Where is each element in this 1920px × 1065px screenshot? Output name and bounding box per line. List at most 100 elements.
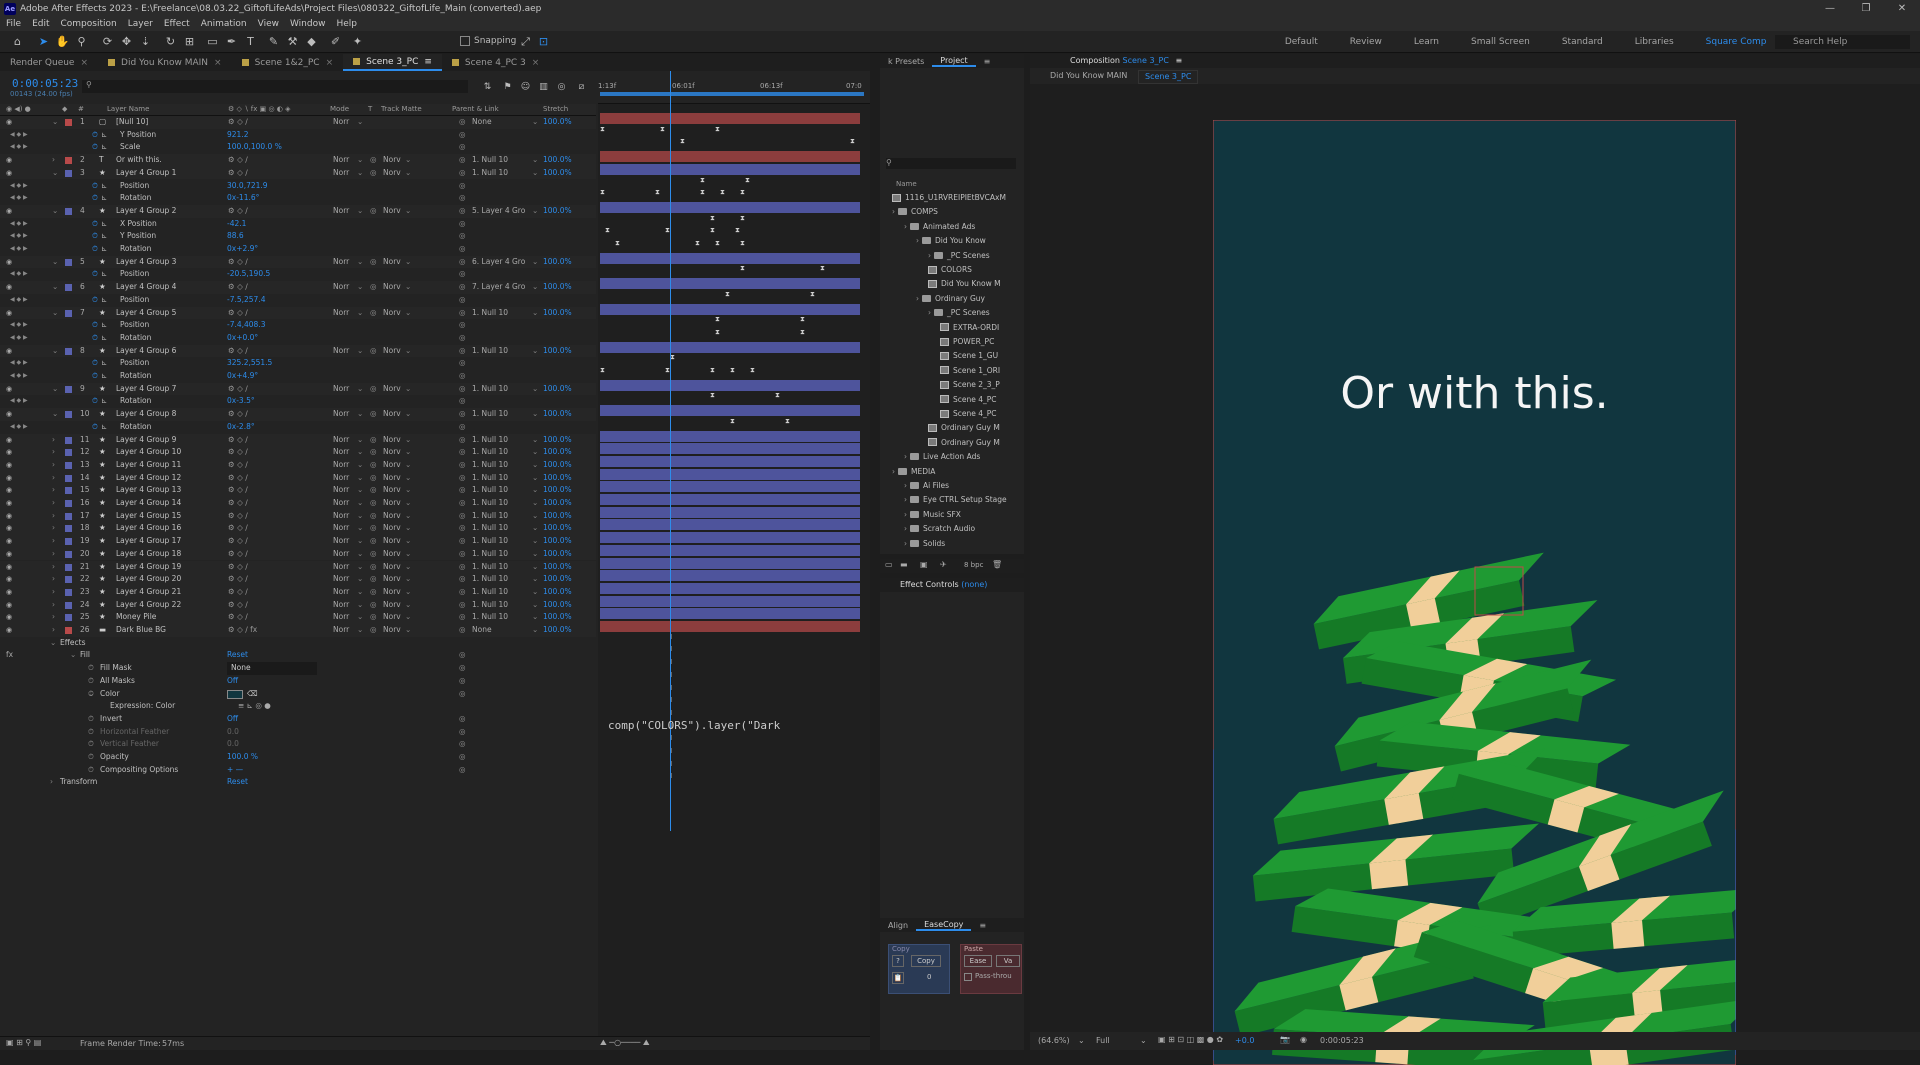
pass-through-checkbox[interactable] (964, 973, 972, 981)
track-matte-dropdown[interactable]: Norv (383, 548, 401, 561)
composition-tab[interactable]: Composition Scene 3_PC ≡ (1030, 54, 1920, 68)
stretch-value[interactable]: 100.0% (543, 611, 572, 624)
chevron-down-icon[interactable]: ⌄ (532, 446, 538, 459)
tab-scene-4-pc-3[interactable]: Scene 4_PC 3 × (442, 54, 549, 71)
label-color-swatch[interactable] (65, 474, 72, 482)
keyframe-icon[interactable]: ⧗ (605, 226, 610, 235)
project-comp[interactable]: POWER_PC (940, 337, 994, 346)
chevron-down-icon[interactable]: ⌄ (357, 459, 363, 472)
expand-chevron-icon[interactable]: › (892, 467, 895, 476)
keyframe-icon[interactable]: ⧗ (730, 417, 735, 426)
chevron-down-icon[interactable]: ⌄ (357, 446, 363, 459)
layer-row[interactable]: ◉ ⌄ 8 ★ Layer 4 Group 6 ⚙ ◇ ∕ Norr ⌄ ◎ Norv ⌄ ◎ 1. N… (0, 344, 596, 358)
stopwatch-icon[interactable]: ⏱ (92, 319, 98, 332)
blend-mode-dropdown[interactable]: Norr (333, 345, 349, 358)
stretch-value[interactable]: 100.0% (543, 116, 572, 129)
track-matte-pickwhip-icon[interactable]: ◎ (370, 167, 377, 180)
label-color-swatch[interactable] (65, 461, 72, 469)
label-color-swatch[interactable] (65, 207, 72, 215)
chevron-down-icon[interactable]: ⌄ (357, 307, 363, 320)
stopwatch-icon[interactable]: ⏱ (92, 395, 98, 408)
new-folder-icon[interactable]: ▬ (900, 560, 908, 569)
expression-pickwhip-icon[interactable]: ◎ (459, 268, 466, 281)
graph-icon[interactable]: ⊾ (101, 395, 107, 408)
layer-row[interactable]: ◉ › 25 ★ Money Pile ⚙ ◇ ∕ Norr ⌄ ◎ Norv ⌄ ◎ 1. Null … (0, 611, 596, 624)
switches-icons[interactable]: ⚙ ◇ ∕ (228, 484, 248, 497)
menu-view[interactable]: View (258, 19, 279, 29)
track-matte-dropdown[interactable]: Norv (383, 408, 401, 421)
property-row[interactable]: ◀ ◆ ▶ ⏱ ⊾ Position -20.5,190.5 ◎ (0, 268, 596, 281)
chevron-down-icon[interactable]: ⌄ (357, 611, 363, 624)
property-row[interactable]: ⏱ Fill Mask None ◎ (0, 662, 596, 675)
switches-icons[interactable]: ⚙ ◇ ∕ (228, 522, 248, 535)
chevron-down-icon[interactable]: ⌄ (405, 383, 411, 396)
menu-animation[interactable]: Animation (201, 19, 247, 29)
keyframe-icon[interactable]: ⧗ (740, 188, 745, 197)
track-matte-dropdown[interactable]: Norv (383, 510, 401, 523)
chevron-down-icon[interactable]: ⌄ (357, 383, 363, 396)
label-color-swatch[interactable] (65, 538, 72, 546)
stopwatch-icon[interactable]: ⏱ (92, 268, 98, 281)
parent-dropdown[interactable]: None (472, 116, 492, 129)
roto-brush-tool-icon[interactable]: ✐ (328, 34, 343, 49)
blend-mode-dropdown[interactable]: Norr (333, 611, 349, 624)
effect-property-value[interactable]: 100.0 % (227, 751, 258, 764)
layer-duration-bar[interactable] (600, 519, 860, 531)
keyframe-icon[interactable]: ⧗ (695, 239, 700, 248)
viewer-toggle-icons[interactable]: ▣ ⊞ ⊡ ◫ ▩ ● ✿ (1158, 1035, 1223, 1044)
project-folder[interactable]: › MEDIA (892, 467, 935, 476)
switches-icons[interactable]: ⚙ ◇ ∕ (228, 434, 248, 447)
keyframe-nav-icon[interactable]: ◀ ◆ ▶ (10, 421, 28, 434)
property-value[interactable]: 30.0,721.9 (227, 180, 268, 193)
track-matte-pickwhip-icon[interactable]: ◎ (370, 522, 377, 535)
keyframe-icon[interactable]: ⧗ (655, 188, 660, 197)
workspace-libraries[interactable]: Libraries (1635, 37, 1674, 47)
effect-property-value[interactable]: Off (227, 713, 238, 726)
eye-icon[interactable]: ◉ (6, 624, 12, 637)
resolution-dropdown[interactable]: Full (1096, 1036, 1110, 1045)
keyframe-icon[interactable]: ⧗ (735, 226, 740, 235)
expand-chevron-icon[interactable]: ⌄ (52, 307, 58, 320)
project-comp[interactable]: Scene 4_PC (940, 395, 997, 404)
expression-pickwhip-icon[interactable]: ◎ (459, 230, 466, 243)
blend-mode-dropdown[interactable]: Norr (333, 535, 349, 548)
stretch-value[interactable]: 100.0% (543, 548, 572, 561)
chevron-down-icon[interactable]: ⌄ (405, 307, 411, 320)
eye-icon[interactable]: ◉ (6, 307, 12, 320)
parent-dropdown[interactable]: 1. Null 10 (472, 408, 508, 421)
stopwatch-icon[interactable]: ⏱ (92, 180, 98, 193)
layer-duration-bar[interactable] (600, 532, 860, 544)
chevron-down-icon[interactable]: ⌄ (532, 535, 538, 548)
track-matte-pickwhip-icon[interactable]: ◎ (370, 281, 377, 294)
chevron-down-icon[interactable]: ⌄ (357, 522, 363, 535)
layer-row[interactable]: ◉ › 12 ★ Layer 4 Group 10 ⚙ ◇ ∕ Norr ⌄ ◎ Norv ⌄ ◎ 1.… (0, 446, 596, 459)
switches-icons[interactable]: ⚙ ◇ ∕ (228, 510, 248, 523)
parent-dropdown[interactable]: 1. Null 10 (472, 561, 508, 574)
layer-duration-bar[interactable] (600, 582, 860, 594)
comp-frame[interactable]: Or with this. (1213, 120, 1736, 1065)
blend-mode-dropdown[interactable]: Norr (333, 446, 349, 459)
keyframe-icon[interactable]: ⧗ (710, 391, 715, 400)
chevron-down-icon[interactable]: ⌄ (357, 624, 363, 637)
expand-chevron-icon[interactable]: › (50, 776, 53, 789)
eye-icon[interactable]: ◉ (6, 408, 12, 421)
layer-row[interactable]: ◉ › 16 ★ Layer 4 Group 14 ⚙ ◇ ∕ Norr ⌄ ◎ Norv ⌄ ◎ 1.… (0, 497, 596, 510)
blend-mode-dropdown[interactable]: Norr (333, 484, 349, 497)
blend-mode-dropdown[interactable]: Norr (333, 408, 349, 421)
pan-camera-icon[interactable]: ✥ (119, 34, 134, 49)
panel-menu-icon[interactable]: ≡ (424, 57, 432, 67)
render-icon[interactable]: ✈ (940, 560, 947, 569)
eye-icon[interactable]: ◉ (6, 446, 12, 459)
menu-file[interactable]: File (6, 19, 21, 29)
track-matte-dropdown[interactable]: Norv (383, 446, 401, 459)
chevron-down-icon[interactable]: ⌄ (405, 154, 411, 167)
stretch-value[interactable]: 100.0% (543, 561, 572, 574)
property-row[interactable]: ⏱ Opacity 100.0 % ◎ (0, 751, 596, 764)
parent-dropdown[interactable]: 1. Null 10 (472, 383, 508, 396)
layer-name[interactable]: Money Pile (116, 611, 156, 624)
project-comp[interactable]: Did You Know M (928, 279, 1001, 288)
project-folder[interactable]: › Music SFX (904, 510, 961, 519)
expand-chevron-icon[interactable]: › (52, 624, 55, 637)
project-folder[interactable]: › Solids (904, 539, 945, 548)
track-matte-dropdown[interactable]: Norv (383, 535, 401, 548)
